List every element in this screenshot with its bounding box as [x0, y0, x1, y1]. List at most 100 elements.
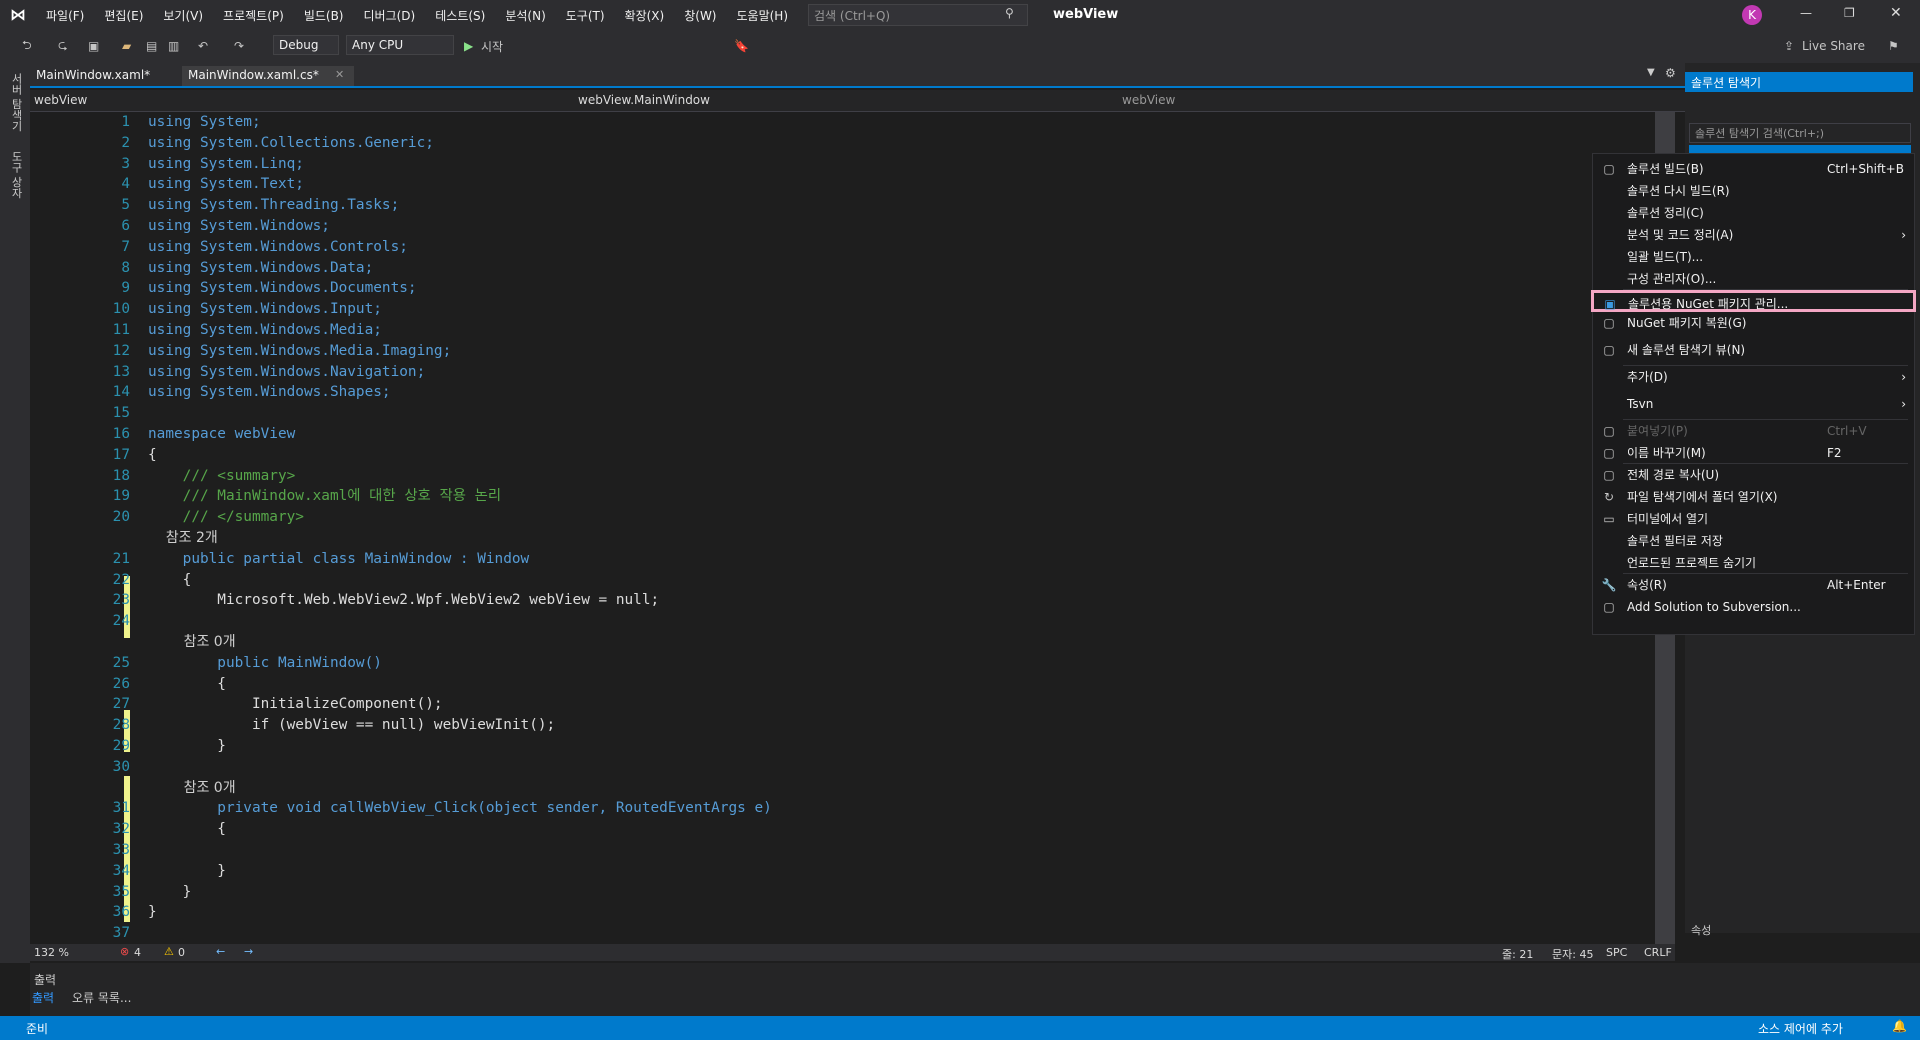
code-text[interactable]: {: [148, 674, 226, 695]
menu-item[interactable]: 빌드(B): [294, 7, 354, 24]
avatar[interactable]: K: [1742, 5, 1762, 25]
code-line[interactable]: 30: [30, 757, 1650, 778]
code-line[interactable]: 27 InitializeComponent();: [30, 694, 1650, 715]
code-text[interactable]: using System.Text;: [148, 174, 304, 195]
code-line[interactable]: 15: [30, 403, 1650, 424]
code-text[interactable]: if (webView == null) webViewInit();: [148, 715, 555, 736]
code-line[interactable]: 36}: [30, 902, 1650, 923]
new-project-icon[interactable]: ▣: [88, 36, 99, 56]
spc-indicator[interactable]: SPC: [1606, 946, 1627, 959]
code-line[interactable]: 3 using System.Linq;: [30, 154, 1650, 175]
code-line[interactable]: 18 /// <summary>: [30, 466, 1650, 487]
code-text[interactable]: using System.Windows.Media.Imaging;: [148, 341, 451, 362]
code-line[interactable]: 29 }: [30, 736, 1650, 757]
context-menu-item[interactable]: ▢ 전체 경로 복사(U): [1593, 464, 1914, 486]
code-line[interactable]: 4 using System.Text;: [30, 174, 1650, 195]
code-text[interactable]: {: [148, 570, 192, 591]
save-all-icon[interactable]: ▥: [168, 36, 179, 56]
code-text[interactable]: using System.Windows;: [148, 216, 330, 237]
code-text[interactable]: using System.Windows.Navigation;: [148, 362, 425, 383]
project-nav-select[interactable]: webView: [34, 93, 568, 107]
server-explorer-tab[interactable]: 서버 탐색기: [8, 73, 24, 132]
context-menu-item[interactable]: ▢ 새 솔루션 탐색기 뷰(N): [1593, 339, 1914, 361]
code-text[interactable]: using System.Windows.Data;: [148, 258, 373, 279]
code-line[interactable]: 2 using System.Collections.Generic;: [30, 133, 1650, 154]
context-menu-item[interactable]: 솔루션 필터로 저장: [1593, 530, 1914, 552]
menu-item[interactable]: 파일(F): [36, 7, 94, 24]
code-line[interactable]: 참조 0개: [30, 778, 1650, 799]
code-line[interactable]: 6 using System.Windows;: [30, 216, 1650, 237]
menu-item[interactable]: 도움말(H): [727, 7, 799, 24]
code-line[interactable]: 19 /// MainWindow.xaml에 대한 상호 작용 논리: [30, 486, 1650, 507]
code-text[interactable]: {: [148, 445, 157, 466]
context-menu-item[interactable]: ▢ NuGet 패키지 복원(G): [1593, 312, 1914, 334]
search-icon[interactable]: ⚲: [1005, 6, 1014, 20]
redo-icon[interactable]: ↷: [234, 36, 244, 56]
menu-item[interactable]: 프로젝트(P): [213, 7, 294, 24]
code-line[interactable]: 5 using System.Threading.Tasks;: [30, 195, 1650, 216]
code-line[interactable]: 10 using System.Windows.Input;: [30, 299, 1650, 320]
menu-item[interactable]: 보기(V): [153, 7, 213, 24]
warning-count[interactable]: 0: [178, 946, 185, 959]
restore-icon[interactable]: ❐: [1844, 6, 1855, 20]
solution-tree-selected[interactable]: [1689, 145, 1911, 153]
code-line[interactable]: 7 using System.Windows.Controls;: [30, 237, 1650, 258]
code-text[interactable]: using System.Windows.Input;: [148, 299, 382, 320]
code-text[interactable]: using System.Windows.Documents;: [148, 278, 417, 299]
code-text[interactable]: using System.Windows.Media;: [148, 320, 382, 341]
tab-mainwindow-xaml[interactable]: MainWindow.xaml*: [30, 66, 180, 86]
code-line[interactable]: 26 {: [30, 674, 1650, 695]
config-select[interactable]: Debug: [273, 35, 339, 55]
code-line[interactable]: 24: [30, 611, 1650, 632]
vs-logo-icon[interactable]: ⋈: [10, 6, 30, 24]
context-menu-item[interactable]: 언로드된 프로젝트 숨기기: [1593, 552, 1914, 574]
code-line[interactable]: 20 /// </summary>: [30, 507, 1650, 528]
code-text[interactable]: }: [148, 861, 226, 882]
solution-search-input[interactable]: 솔루션 탐색기 검색(Ctrl+;): [1689, 123, 1911, 143]
code-text[interactable]: }: [148, 736, 226, 757]
code-line[interactable]: 31 private void callWebView_Click(object…: [30, 798, 1650, 819]
code-line[interactable]: 9 using System.Windows.Documents;: [30, 278, 1650, 299]
source-control-button[interactable]: 소스 제어에 추가: [1758, 1020, 1843, 1037]
code-line[interactable]: 21 public partial class MainWindow : Win…: [30, 549, 1650, 570]
context-menu-item[interactable]: 솔루션 다시 빌드(R): [1593, 180, 1914, 202]
code-text[interactable]: using System.Threading.Tasks;: [148, 195, 399, 216]
code-line[interactable]: 참조 0개: [30, 632, 1650, 653]
code-text[interactable]: /// </summary>: [148, 507, 304, 528]
type-nav-select[interactable]: webView.MainWindow: [578, 93, 1108, 107]
menu-item[interactable]: 편집(E): [94, 7, 153, 24]
tab-close-icon[interactable]: ✕: [335, 68, 344, 81]
code-line[interactable]: 37: [30, 923, 1650, 944]
code-line[interactable]: 참조 2개: [30, 528, 1650, 549]
code-text[interactable]: private void callWebView_Click(object se…: [148, 798, 772, 819]
code-line[interactable]: 1 using System;: [30, 112, 1650, 133]
context-menu-item[interactable]: 🔧 속성(R) Alt+Enter: [1593, 574, 1914, 596]
tab-mainwindow-xaml-cs[interactable]: MainWindow.xaml.cs*: [182, 66, 354, 86]
code-text[interactable]: using System;: [148, 112, 261, 133]
code-text[interactable]: using System.Linq;: [148, 154, 304, 175]
context-menu-item[interactable]: ▭ 터미널에서 열기: [1593, 508, 1914, 530]
code-text[interactable]: }: [148, 902, 157, 923]
context-menu-item[interactable]: 일괄 빌드(T)...: [1593, 246, 1914, 268]
menu-item[interactable]: 도구(T): [556, 7, 615, 24]
code-line[interactable]: 34 }: [30, 861, 1650, 882]
code-line[interactable]: 12 using System.Windows.Media.Imaging;: [30, 341, 1650, 362]
context-menu-item[interactable]: ↻ 파일 탐색기에서 폴더 열기(X): [1593, 486, 1914, 508]
back-icon[interactable]: ⮌: [22, 36, 32, 56]
open-icon[interactable]: ▰: [122, 36, 131, 56]
code-text[interactable]: using System.Windows.Shapes;: [148, 382, 391, 403]
live-share-button[interactable]: Live Share: [1802, 36, 1865, 56]
code-text[interactable]: 참조 0개: [148, 632, 236, 653]
toolbox-tab[interactable]: 도구 상자: [8, 151, 24, 199]
code-line[interactable]: 28 if (webView == null) webViewInit();: [30, 715, 1650, 736]
code-text[interactable]: public MainWindow(): [148, 653, 382, 674]
nav-back-icon[interactable]: ←: [216, 945, 225, 958]
context-menu-item[interactable]: 분석 및 코드 정리(A) ›: [1593, 224, 1914, 246]
feedback-icon[interactable]: ⚑: [1888, 36, 1899, 56]
code-text[interactable]: InitializeComponent();: [148, 694, 443, 715]
code-line[interactable]: 33: [30, 840, 1650, 861]
context-menu-item[interactable]: ▢ 솔루션 빌드(B) Ctrl+Shift+B: [1593, 158, 1914, 180]
code-line[interactable]: 32 {: [30, 819, 1650, 840]
context-menu-item[interactable]: ▢ Add Solution to Subversion...: [1593, 596, 1914, 618]
code-line[interactable]: 17 {: [30, 445, 1650, 466]
